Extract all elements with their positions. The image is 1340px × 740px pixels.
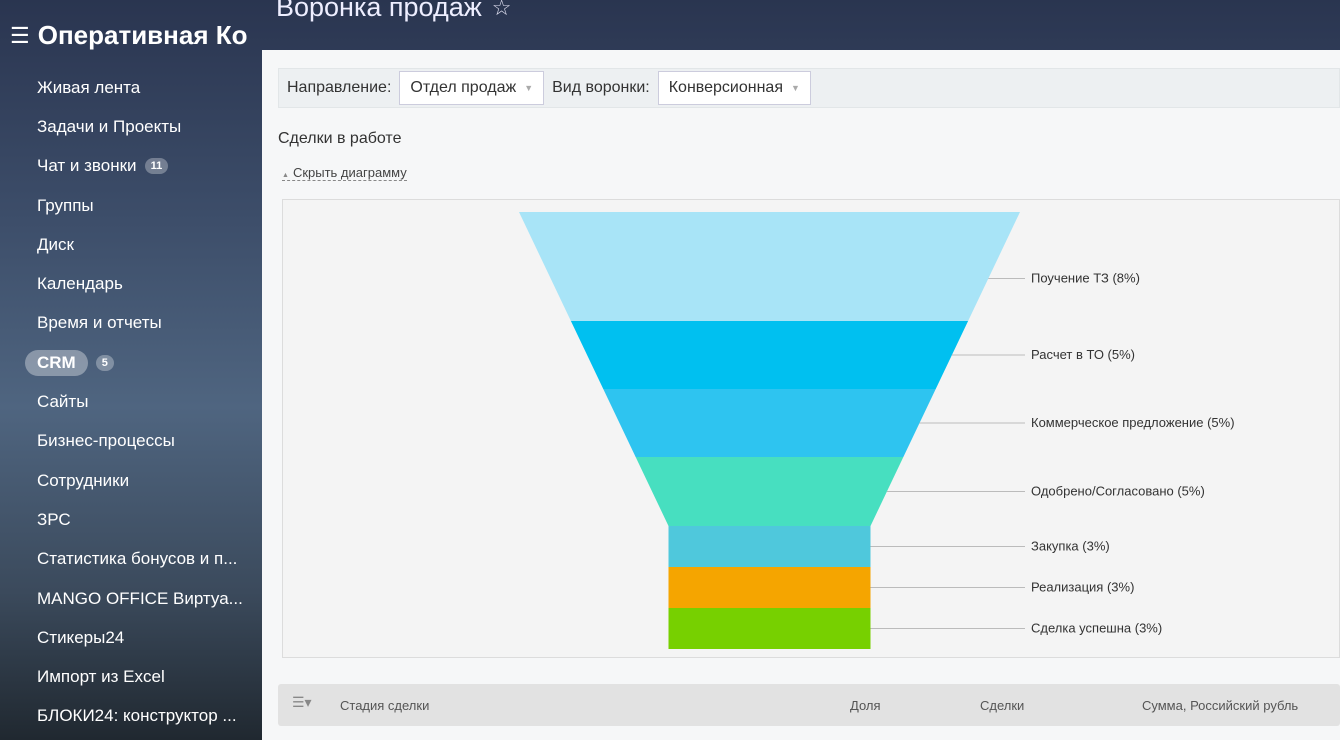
funnel-segment[interactable]	[668, 526, 871, 567]
funnel-segment[interactable]	[519, 212, 1020, 321]
sidebar-item[interactable]: Статистика бонусов и п...	[0, 540, 262, 579]
sidebar-item[interactable]: Живая лента	[0, 68, 262, 107]
sidebar-item[interactable]: Бизнес-процессы	[0, 422, 262, 461]
section-title: Сделки в работе	[278, 130, 402, 147]
funnel-segment[interactable]	[603, 389, 936, 457]
sidebar: ☰ Оперативная Ко Живая лента Задачи и Про…	[0, 0, 262, 740]
table-header: ☰▾ Стадия сделки Доля Сделки Сумма, Росс…	[278, 684, 1340, 726]
sidebar-item-label: Живая лента	[37, 77, 141, 97]
count-badge: 11	[144, 158, 169, 175]
sidebar-item-label: Диск	[37, 234, 74, 254]
star-icon[interactable]: ☆	[492, 0, 512, 21]
sidebar-item[interactable]: Чат и звонки 11	[0, 147, 262, 186]
sidebar-item[interactable]: Сайты	[0, 382, 262, 421]
sidebar-item-label: CRM	[25, 349, 88, 376]
sidebar-item[interactable]: Задачи и Проекты	[0, 107, 262, 146]
funnel-label: Сделка успешна (3%)	[1031, 621, 1162, 636]
column-sum[interactable]: Сумма, Российский рубль	[1142, 698, 1298, 713]
sidebar-item-label: Чат и звонки	[37, 156, 137, 176]
filter-bar: Направление: Отдел продаж ▼ Вид воронки: …	[278, 68, 1340, 108]
sidebar-item-label: Сотрудники	[37, 470, 130, 490]
sidebar-item-label: Календарь	[37, 274, 123, 294]
triangle-up-icon: ▲	[282, 172, 289, 179]
chevron-down-icon: ▼	[790, 83, 800, 93]
sidebar-item-label: БЛОКИ24: конструктор ...	[37, 706, 237, 726]
sidebar-item[interactable]: ЗРС	[0, 500, 262, 539]
funnel-label: Расчет в ТО (5%)	[1031, 347, 1135, 362]
funnel-segment[interactable]	[570, 321, 969, 389]
funnel-type-label: Вид воронки:	[552, 79, 650, 96]
funnel-label: Одобрено/Согласовано (5%)	[1031, 484, 1205, 499]
sidebar-item[interactable]: MANGO OFFICE Виртуа...	[0, 579, 262, 618]
column-deals[interactable]: Сделки	[980, 698, 1024, 713]
sidebar-item[interactable]: Группы	[0, 186, 262, 225]
sidebar-item-label: Статистика бонусов и п...	[37, 549, 238, 569]
funnel-type-select[interactable]: Конверсионная ▼	[657, 71, 811, 105]
count-badge: 5	[95, 354, 114, 371]
menu-icon[interactable]: ☰	[10, 23, 30, 49]
sidebar-item-label: Стикеры24	[37, 627, 125, 647]
portal-header: ☰ Оперативная Ко	[10, 20, 262, 51]
funnel-svg: Поучение ТЗ (8%) Расчет в ТО (5%) Коммерче…	[519, 212, 1235, 649]
sidebar-item-label: MANGO OFFICE Виртуа...	[37, 588, 243, 608]
hide-chart-link[interactable]: ▲ Скрыть диаграмму	[282, 165, 407, 181]
column-stage[interactable]: Стадия сделки	[340, 698, 429, 713]
direction-label: Направление:	[287, 79, 392, 96]
sidebar-item-label: Задачи и Проекты	[37, 116, 182, 136]
sidebar-nav: Живая лента Задачи и Проекты Чат и звонки 1…	[0, 68, 262, 736]
page-title-text: Воронка продаж	[276, 0, 482, 22]
chevron-down-icon: ▼	[524, 83, 534, 93]
sidebar-item[interactable]: Время и отчеты	[0, 304, 262, 343]
sidebar-item-label: Сайты	[37, 392, 89, 412]
sidebar-item[interactable]: Календарь	[0, 264, 262, 303]
column-settings-icon[interactable]: ☰▾	[292, 694, 312, 711]
funnel-label: Поучение ТЗ (8%)	[1031, 271, 1140, 286]
sidebar-item[interactable]: Импорт из Excel	[0, 657, 262, 696]
sidebar-item[interactable]: Диск	[0, 225, 262, 264]
portal-name: Оперативная Ко	[37, 20, 248, 50]
sidebar-item-label: Импорт из Excel	[37, 667, 165, 687]
sidebar-item[interactable]: Сотрудники	[0, 461, 262, 500]
column-share[interactable]: Доля	[850, 698, 881, 713]
funnel-segment[interactable]	[668, 567, 871, 608]
direction-select[interactable]: Отдел продаж ▼	[399, 71, 545, 105]
page-title: Воронка продаж ☆	[276, 0, 512, 23]
funnel-type-value: Конверсионная	[668, 79, 783, 96]
sidebar-item-label: Группы	[37, 195, 94, 215]
main-content: Направление: Отдел продаж ▼ Вид воронки: …	[262, 50, 1340, 740]
funnel-chart: Поучение ТЗ (8%) Расчет в ТО (5%) Коммерче…	[282, 199, 1340, 658]
sidebar-item[interactable]: CRM 5	[0, 343, 262, 382]
sidebar-item-label: ЗРС	[37, 509, 71, 529]
funnel-segment[interactable]	[635, 457, 904, 526]
funnel-label: Закупка (3%)	[1031, 539, 1110, 554]
sidebar-item-label: Бизнес-процессы	[37, 431, 175, 451]
sidebar-item-label: Время и отчеты	[37, 313, 162, 333]
sidebar-item[interactable]: Стикеры24	[0, 618, 262, 657]
direction-value: Отдел продаж	[410, 79, 517, 96]
funnel-label: Реализация (3%)	[1031, 580, 1134, 595]
funnel-segment[interactable]	[668, 608, 871, 649]
sidebar-item[interactable]: БЛОКИ24: конструктор ...	[0, 697, 262, 736]
hide-chart-label: Скрыть диаграмму	[292, 165, 407, 180]
funnel-label: Коммерческое предложение (5%)	[1031, 415, 1235, 430]
